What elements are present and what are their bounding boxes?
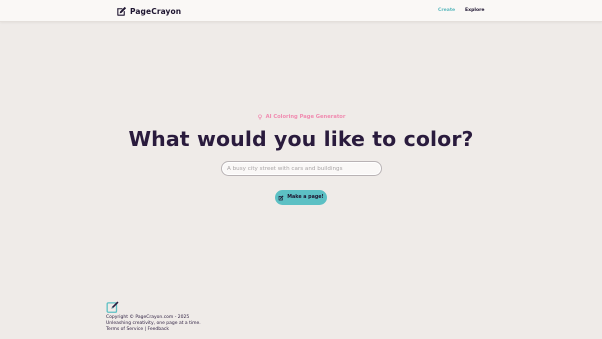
terms-of-service-link[interactable]: Terms of Service xyxy=(106,327,143,332)
pencil-square-icon xyxy=(106,301,119,313)
lightbulb-icon xyxy=(257,114,262,120)
footer-links: Terms of Service | Feedback xyxy=(106,327,169,332)
brand-name: PageCrayon xyxy=(130,6,182,16)
footer-tagline: Unleashing creativity, one page at a tim… xyxy=(106,321,201,326)
hero-badge-text: AI Coloring Page Generator xyxy=(265,114,346,120)
nav-link-create[interactable]: Create xyxy=(438,8,455,13)
hero-title: What would you like to color? xyxy=(128,127,474,151)
nav-link-explore[interactable]: Explore xyxy=(465,8,485,13)
prompt-input[interactable] xyxy=(221,161,382,176)
pencil-square-icon xyxy=(278,195,284,200)
make-page-button[interactable]: Make a page! xyxy=(275,190,327,205)
feedback-link[interactable]: Feedback xyxy=(148,327,169,332)
brand-logo-link[interactable]: PageCrayon xyxy=(116,5,181,17)
top-navbar: PageCrayon Create Explore xyxy=(0,0,602,22)
make-page-button-label: Make a page! xyxy=(287,195,324,200)
footer-link-separator: | xyxy=(144,327,147,332)
pencil-square-icon xyxy=(117,6,127,16)
hero-badge: AI Coloring Page Generator xyxy=(0,114,602,120)
footer-copyright: Copyright © PageCrayon.com - 2025 xyxy=(106,315,190,320)
